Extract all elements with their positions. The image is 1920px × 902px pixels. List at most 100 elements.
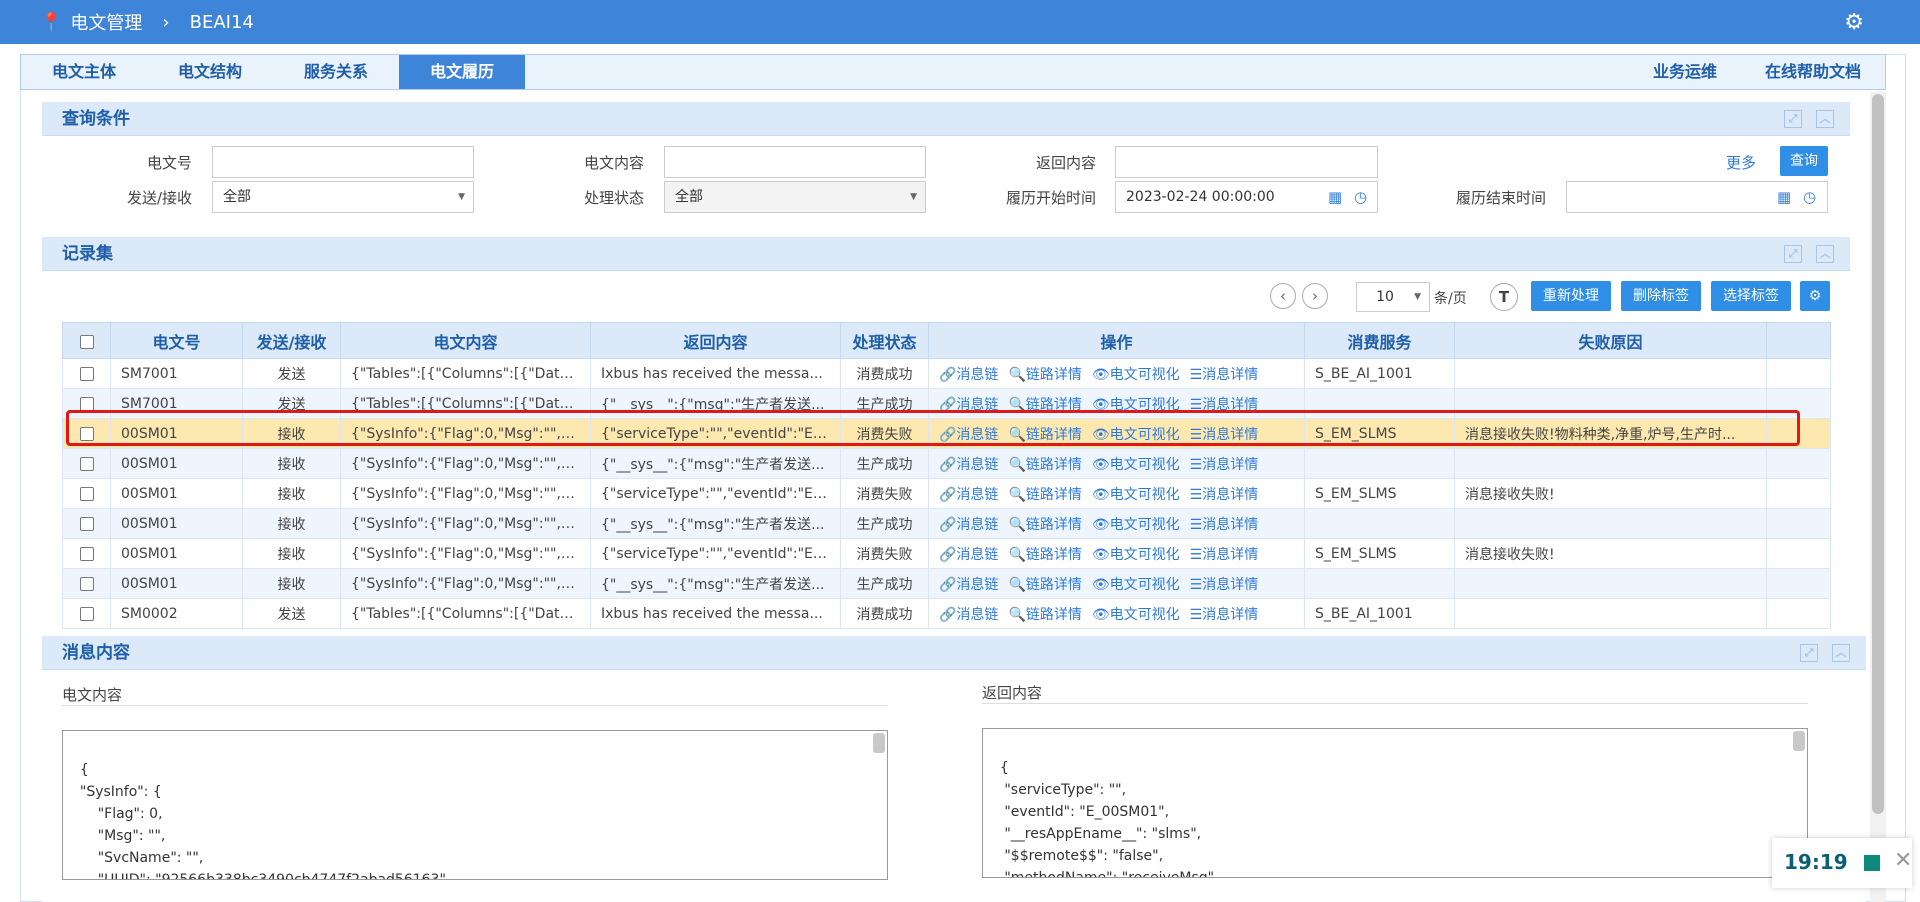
row-checkbox[interactable]: [62, 358, 111, 389]
search-button[interactable]: 查询: [1780, 146, 1828, 176]
tab-operations[interactable]: 业务运维: [1629, 55, 1741, 89]
delete-tag-button[interactable]: 删除标签: [1621, 281, 1701, 311]
cell-doc-no[interactable]: SM7001: [110, 358, 243, 389]
visualize-link[interactable]: 👁电文可视化: [1092, 367, 1180, 383]
page-size-select[interactable]: 10: [1356, 282, 1430, 312]
visualize-link[interactable]: 👁电文可视化: [1092, 607, 1180, 623]
text-format-icon[interactable]: T: [1490, 283, 1518, 311]
content-input[interactable]: [664, 146, 926, 178]
visualize-link[interactable]: 👁电文可视化: [1092, 487, 1180, 503]
cell-service: S_BE_AI_1001: [1304, 598, 1455, 629]
row-checkbox[interactable]: [62, 598, 111, 629]
table-row[interactable]: 00SM01 接收 {"SysInfo":{"Flag":0,"Msg":"","S…: [62, 448, 1831, 479]
expand-icon[interactable]: ⤢: [1784, 110, 1802, 128]
cell-doc-no[interactable]: 00SM01: [110, 538, 243, 569]
message-detail-link[interactable]: ☰消息详情: [1190, 607, 1259, 623]
trace-detail-link[interactable]: 🔍链路详情: [1008, 457, 1081, 473]
clock-icon[interactable]: ◷: [1354, 182, 1367, 212]
collapse-icon[interactable]: ︿: [1816, 110, 1834, 128]
message-chain-link[interactable]: 🔗消息链: [939, 577, 998, 593]
message-detail-link[interactable]: ☰消息详情: [1190, 367, 1259, 383]
cell-doc-no[interactable]: 00SM01: [110, 478, 243, 509]
page-scrollbar-thumb[interactable]: [1872, 94, 1884, 814]
textarea-scrollbar[interactable]: [873, 733, 885, 753]
visualize-link[interactable]: 👁电文可视化: [1092, 547, 1180, 563]
breadcrumb: 📍 电文管理 › BEAI14: [40, 9, 254, 35]
return-content-textarea[interactable]: { "serviceType": "", "eventId": "E_00SM0…: [982, 728, 1808, 878]
tab-service-relation[interactable]: 服务关系: [273, 55, 399, 89]
row-checkbox[interactable]: [62, 568, 111, 599]
collapse-icon[interactable]: ︿: [1832, 644, 1850, 662]
tab-main[interactable]: 电文主体: [21, 55, 147, 89]
row-checkbox[interactable]: [62, 538, 111, 569]
end-time-label: 履历结束时间: [1455, 189, 1546, 207]
table-row[interactable]: SM7001 发送 {"Tables":[{"Columns":[{"DataT..…: [62, 358, 1831, 389]
calendar-icon[interactable]: ▦: [1328, 182, 1342, 212]
tab-history[interactable]: 电文履历: [399, 55, 525, 89]
reprocess-button[interactable]: 重新处理: [1531, 281, 1611, 311]
end-time-input[interactable]: ▦ ◷: [1566, 181, 1828, 213]
expand-icon[interactable]: ⤢: [1800, 644, 1818, 662]
textarea-scrollbar[interactable]: [1793, 731, 1805, 751]
close-icon[interactable]: ✕: [1894, 848, 1912, 873]
prev-page-button[interactable]: ‹: [1270, 283, 1296, 309]
visualize-link[interactable]: 👁电文可视化: [1092, 517, 1180, 533]
breadcrumb-section[interactable]: 电文管理: [70, 9, 142, 35]
status-select[interactable]: 全部: [664, 181, 926, 213]
message-detail-link[interactable]: ☰消息详情: [1190, 547, 1259, 563]
row-checkbox[interactable]: [62, 448, 111, 479]
message-detail-link[interactable]: ☰消息详情: [1190, 577, 1259, 593]
visualize-link[interactable]: 👁电文可视化: [1092, 577, 1180, 593]
message-chain-link[interactable]: 🔗消息链: [939, 517, 998, 533]
return-input[interactable]: [1115, 146, 1378, 178]
calendar-icon[interactable]: ▦: [1777, 182, 1791, 212]
message-detail-link[interactable]: ☰消息详情: [1190, 457, 1259, 473]
settings-gear-icon[interactable]: ⚙: [1800, 281, 1830, 311]
more-link[interactable]: 更多: [1726, 152, 1756, 173]
collapse-icon[interactable]: ︿: [1816, 245, 1834, 263]
message-chain-link[interactable]: 🔗消息链: [939, 367, 998, 383]
trace-detail-link[interactable]: 🔍链路详情: [1008, 487, 1081, 503]
cell-status: 消费失败: [840, 478, 929, 509]
select-all-checkbox[interactable]: [62, 322, 111, 359]
col-header-content: 电文内容: [340, 322, 591, 359]
table-row[interactable]: 00SM01 接收 {"SysInfo":{"Flag":0,"Msg":"","S…: [62, 478, 1831, 509]
row-checkbox[interactable]: [62, 508, 111, 539]
table-row[interactable]: SM0002 发送 {"Tables":[{"Columns":[{"DataT..…: [62, 598, 1831, 629]
start-time-input[interactable]: 2023-02-24 00:00:00 ▦ ◷: [1115, 181, 1378, 213]
select-tag-button[interactable]: 选择标签: [1711, 281, 1791, 311]
cell-direction: 接收: [242, 568, 341, 599]
tab-structure[interactable]: 电文结构: [147, 55, 273, 89]
cell-ops: 🔗消息链 🔍链路详情 👁电文可视化 ☰消息详情: [928, 358, 1305, 389]
message-detail-link[interactable]: ☰消息详情: [1190, 487, 1259, 503]
stop-icon[interactable]: [1864, 855, 1880, 871]
cell-doc-no[interactable]: 00SM01: [110, 568, 243, 599]
trace-detail-link[interactable]: 🔍链路详情: [1008, 517, 1081, 533]
message-content-textarea[interactable]: { "SysInfo": { "Flag": 0, "Msg": "", "Sv…: [62, 730, 888, 880]
table-row[interactable]: 00SM01 接收 {"SysInfo":{"Flag":0,"Msg":"","S…: [62, 538, 1831, 569]
doc-no-input[interactable]: [212, 146, 474, 178]
message-chain-link[interactable]: 🔗消息链: [939, 547, 998, 563]
trace-detail-link[interactable]: 🔍链路详情: [1008, 547, 1081, 563]
row-checkbox[interactable]: [62, 478, 111, 509]
table-row[interactable]: 00SM01 接收 {"SysInfo":{"Flag":0,"Msg":"","S…: [62, 508, 1831, 539]
message-chain-link[interactable]: 🔗消息链: [939, 607, 998, 623]
cell-doc-no[interactable]: 00SM01: [110, 508, 243, 539]
cell-doc-no[interactable]: 00SM01: [110, 448, 243, 479]
trace-detail-link[interactable]: 🔍链路详情: [1008, 577, 1081, 593]
message-chain-link[interactable]: 🔗消息链: [939, 457, 998, 473]
gear-icon[interactable]: ⚙: [1844, 10, 1864, 35]
trace-detail-link[interactable]: 🔍链路详情: [1008, 607, 1081, 623]
clock-icon[interactable]: ◷: [1803, 182, 1816, 212]
trace-detail-link[interactable]: 🔍链路详情: [1008, 367, 1081, 383]
send-recv-select[interactable]: 全部: [212, 181, 474, 213]
cell-doc-no[interactable]: SM0002: [110, 598, 243, 629]
cell-content: {"SysInfo":{"Flag":0,"Msg":"","S...: [340, 538, 591, 569]
tab-help-docs[interactable]: 在线帮助文档: [1741, 55, 1885, 89]
expand-icon[interactable]: ⤢: [1784, 245, 1802, 263]
next-page-button[interactable]: ›: [1302, 283, 1328, 309]
visualize-link[interactable]: 👁电文可视化: [1092, 457, 1180, 473]
message-chain-link[interactable]: 🔗消息链: [939, 487, 998, 503]
table-row[interactable]: 00SM01 接收 {"SysInfo":{"Flag":0,"Msg":"","S…: [62, 568, 1831, 599]
message-detail-link[interactable]: ☰消息详情: [1190, 517, 1259, 533]
